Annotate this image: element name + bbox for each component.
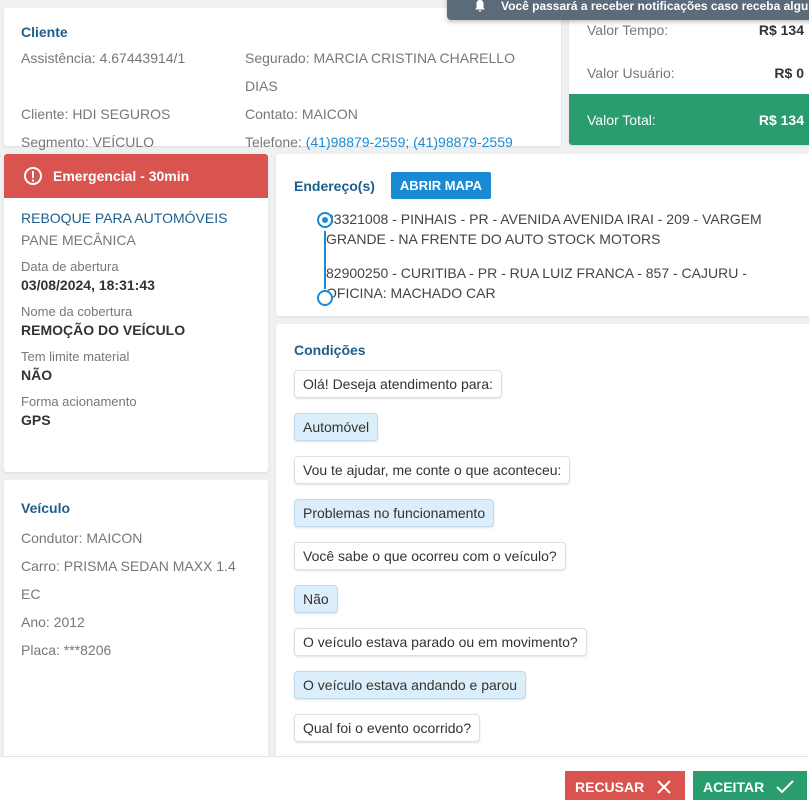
reject-label: RECUSAR [575, 779, 645, 795]
field-label: Tem limite material [21, 349, 130, 364]
field-label: Nome da cobertura [21, 304, 133, 319]
vehicle-card: Veículo Condutor: MAICON Carro: PRISMA S… [4, 480, 268, 760]
check-icon [776, 780, 794, 794]
conditions-card: Condições Olá! Deseja atendimento para: … [276, 324, 809, 764]
address-timeline: 83321008 - PINHAIS - PR - AVENIDA AVENID… [294, 209, 798, 306]
field-value: NÃO [21, 367, 53, 383]
contato-text: Contato: MAICON [245, 106, 358, 122]
chat-question: O veículo estava parado ou em movimento? [294, 628, 587, 656]
service-field: Data de abertura 03/08/2024, 18:31:43 [21, 259, 251, 293]
chat-answer: O veículo estava andando e parou [294, 671, 527, 699]
notification-toast[interactable]: Você passará a receber notificações caso… [447, 0, 809, 20]
telefone-link[interactable]: (41)98879-2559; (41)98879-2559 [306, 134, 513, 150]
close-icon [657, 780, 671, 794]
placa-text: Placa: ***8206 [21, 642, 112, 658]
emergency-badge-text: Emergencial - 30min [53, 168, 190, 184]
segmento-text: Segmento: VEÍCULO [21, 134, 155, 150]
field-value: REMOÇÃO DO VEÍCULO [21, 322, 186, 338]
cliente-text: Cliente: HDI SEGUROS [21, 106, 171, 122]
carro-text: Carro: PRISMA SEDAN MAXX 1.4 EC [21, 558, 236, 602]
service-field: Forma acionamento GPS [21, 394, 251, 428]
valor-tempo-label: Valor Tempo: [587, 21, 669, 38]
conditions-title: Condições [294, 342, 366, 358]
valor-tempo-value: R$ 134 [758, 21, 804, 38]
field-value: 03/08/2024, 18:31:43 [21, 277, 155, 293]
destination-dot-icon [317, 290, 333, 306]
valor-total-label: Valor Total: [587, 111, 656, 128]
client-title: Cliente [21, 24, 68, 40]
address-title: Endereço(s) [294, 177, 375, 194]
ano-text: Ano: 2012 [21, 614, 85, 630]
chat-answer: Automóvel [294, 413, 379, 441]
reject-button[interactable]: RECUSAR [565, 771, 685, 800]
field-label: Data de abertura [21, 259, 119, 274]
service-type: REBOQUE PARA AUTOMÓVEIS [21, 210, 228, 226]
address-destination: 82900250 - CURITIBA - PR - RUA LUIZ FRAN… [326, 265, 747, 301]
chat-question: Você sabe o que ocorreu com o veículo? [294, 542, 566, 570]
open-map-button[interactable]: ABRIR MAPA [390, 172, 492, 199]
client-card: Cliente Assistência: 4.67443914/1 Segura… [4, 8, 561, 150]
valor-usuario-label: Valor Usuário: [587, 64, 675, 81]
chat-question: Olá! Deseja atendimento para: [294, 370, 502, 398]
address-card: Endereço(s) ABRIR MAPA 83321008 - PINHAI… [276, 154, 809, 316]
valor-total-row: Valor Total: R$ 134 [569, 94, 809, 145]
chat-answer: Não [294, 585, 338, 613]
chat-question: Qual foi o evento ocorrido? [294, 714, 481, 742]
chat-answer: Problemas no funcionamento [294, 499, 495, 527]
toast-text: Você passará a receber notificações caso… [501, 0, 809, 13]
valor-total-value: R$ 134 [758, 111, 804, 128]
field-value: GPS [21, 412, 51, 428]
address-origin: 83321008 - PINHAIS - PR - AVENIDA AVENID… [326, 211, 762, 247]
bell-icon [475, 0, 485, 12]
telefone-label: Telefone: [245, 134, 306, 150]
origin-dot-icon [317, 212, 333, 228]
telefone-text: Telefone: (41)98879-2559; (41)98879-2559 [245, 128, 544, 156]
service-field: Nome da cobertura REMOÇÃO DO VEÍCULO [21, 304, 251, 338]
field-label: Forma acionamento [21, 394, 137, 409]
valor-usuario-row: Valor Usuário: R$ 0 [569, 51, 809, 94]
segurado-text: Segurado: MARCIA CRISTINA CHARELLO DIAS [245, 50, 515, 94]
accept-button[interactable]: ACEITAR [693, 771, 807, 800]
chat-question: Vou te ajudar, me conte o que aconteceu: [294, 456, 571, 484]
timeline-line [324, 231, 326, 289]
emergency-badge: Emergencial - 30min [4, 154, 268, 198]
problem-type: PANE MECÂNICA [21, 232, 136, 248]
accept-label: ACEITAR [703, 779, 765, 795]
info-circle-icon [24, 167, 42, 185]
condutor-text: Condutor: MAICON [21, 530, 143, 546]
values-card: Valor Tempo: R$ 134 Valor Usuário: R$ 0 … [569, 8, 809, 145]
vehicle-title: Veículo [21, 500, 71, 516]
action-footer: RECUSAR ACEITAR [0, 756, 809, 800]
service-card: Emergencial - 30min REBOQUE PARA AUTOMÓV… [4, 154, 268, 472]
valor-usuario-value: R$ 0 [774, 64, 804, 81]
assistencia-text: Assistência: 4.67443914/1 [21, 50, 186, 66]
service-field: Tem limite material NÃO [21, 349, 251, 383]
